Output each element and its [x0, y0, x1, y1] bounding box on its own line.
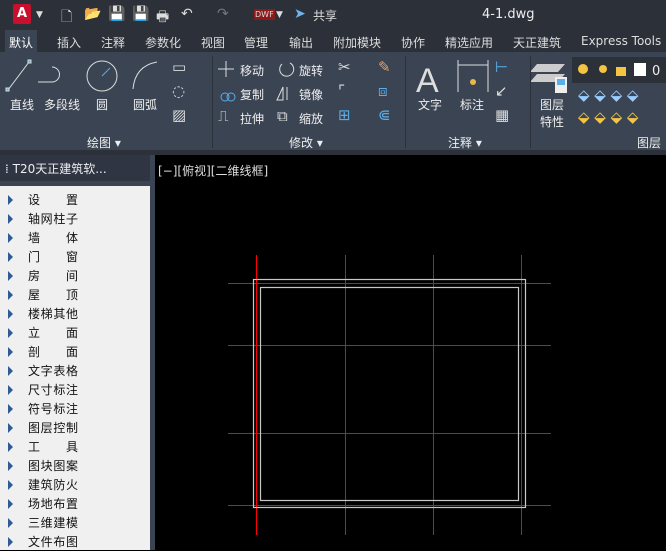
viewport-controls[interactable]: [−][俯视][二维线框] [158, 162, 268, 179]
drawing-canvas[interactable] [0, 0, 666, 550]
outer-wall-line [252, 278, 527, 509]
inner-wall-line [259, 286, 520, 502]
